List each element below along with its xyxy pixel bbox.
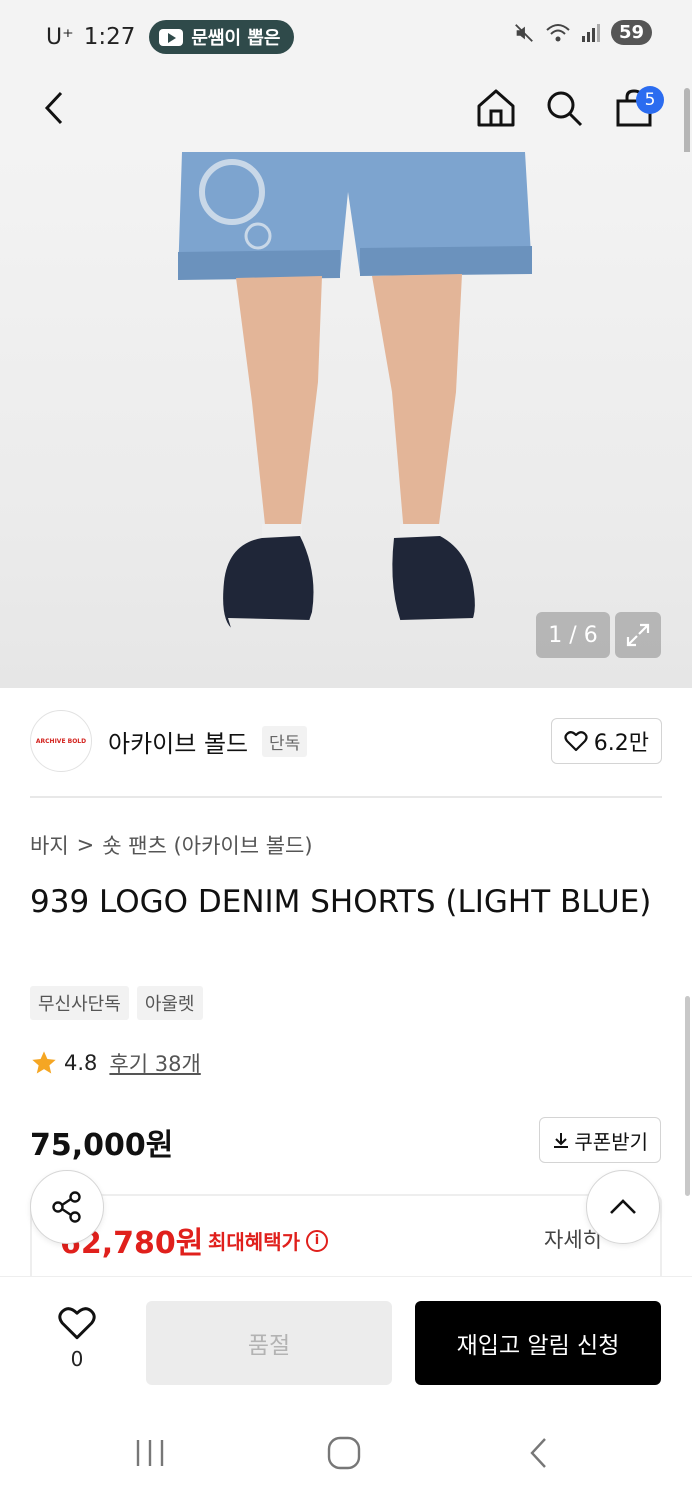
home-system-button[interactable]	[314, 1430, 374, 1476]
recent-apps-icon	[136, 1440, 164, 1466]
brand-logo[interactable]: ARCHIVE BOLD	[30, 710, 92, 772]
rating-score: 4.8	[64, 1051, 98, 1075]
download-icon	[554, 1133, 569, 1148]
brand-like-button[interactable]: 6.2만	[550, 718, 662, 764]
system-navigation-bar	[0, 1400, 692, 1500]
brand-exclusive-tag: 단독	[262, 726, 308, 757]
brand-row: ARCHIVE BOLD 아카이브 볼드 단독 6.2만	[30, 710, 662, 774]
share-button[interactable]	[30, 1170, 104, 1244]
chevron-left-icon	[530, 1438, 546, 1468]
chevron-left-icon	[44, 91, 63, 125]
breadcrumb: 바지 > 숏 팬츠 (아카이브 볼드)	[30, 830, 313, 860]
brand-like-count: 6.2만	[593, 731, 649, 756]
get-coupon-button[interactable]: 쿠폰받기	[539, 1117, 661, 1163]
status-bar: U⁺ 1:27 문쌤이 뽑은 59	[0, 0, 692, 68]
brand-name[interactable]: 아카이브 볼드	[108, 724, 248, 759]
search-icon	[547, 91, 583, 127]
tag-outlet: 아울렛	[136, 986, 203, 1020]
page-scrollbar[interactable]	[685, 996, 690, 1196]
reviews-link[interactable]: 후기 38개	[109, 1048, 200, 1078]
mute-icon	[515, 23, 533, 42]
tag-exclusive: 무신사단독	[30, 986, 129, 1020]
recent-apps-button[interactable]	[120, 1430, 180, 1476]
home-circle-icon	[327, 1436, 361, 1470]
system-back-button[interactable]	[508, 1430, 568, 1476]
divider	[30, 796, 662, 798]
chevron-up-icon	[610, 1199, 636, 1214]
cart-count-badge: 5	[636, 86, 664, 114]
scroll-top-button[interactable]	[586, 1170, 660, 1244]
soldout-button[interactable]: 품절	[146, 1301, 392, 1385]
product-tags: 무신사단독 아울렛	[30, 986, 203, 1020]
battery-level: 59	[610, 20, 652, 45]
status-right: 59	[513, 20, 652, 45]
max-benefit-label-text: 최대혜택가	[208, 1230, 300, 1254]
expand-icon	[626, 623, 650, 647]
clock: 1:27	[83, 24, 136, 50]
youtube-icon	[159, 28, 184, 46]
carrier-label: U⁺	[46, 24, 74, 50]
heart-icon	[58, 1307, 96, 1340]
home-button[interactable]	[466, 78, 526, 138]
rating-row: 4.8 후기 38개	[30, 1048, 201, 1078]
product-title: 939 LOGO DENIM SHORTS (LIGHT BLUE)	[30, 884, 652, 920]
brand-logo-text: ARCHIVE BOLD	[35, 737, 87, 745]
cart-button[interactable]: 5	[604, 78, 664, 138]
notification-pill-text: 문쌤이 뽑은	[191, 28, 281, 49]
wishlist-count: 0	[70, 1347, 84, 1371]
top-scroll-indicator	[684, 88, 690, 162]
restock-notify-button[interactable]: 재입고 알림 신청	[415, 1301, 661, 1385]
bottom-action-bar: 0 품절 재입고 알림 신청	[0, 1276, 692, 1400]
product-image[interactable]: 1 / 6	[0, 152, 692, 688]
search-button[interactable]	[534, 78, 594, 138]
image-counter: 1 / 6	[536, 612, 610, 658]
signal-icon	[581, 23, 600, 42]
notification-pill[interactable]: 문쌤이 뽑은	[149, 20, 295, 54]
heart-icon	[564, 731, 588, 752]
product-photo	[178, 152, 532, 638]
breadcrumb-separator: >	[76, 833, 95, 857]
get-coupon-label: 쿠폰받기	[574, 1129, 648, 1154]
star-icon	[32, 1051, 56, 1074]
top-navigation: 5	[0, 68, 692, 152]
breadcrumb-subcategory[interactable]: 숏 팬츠 (아카이브 볼드)	[102, 830, 312, 860]
max-benefit-label: 최대혜택가 i	[208, 1226, 328, 1255]
share-icon	[52, 1191, 81, 1223]
product-price: 75,000원	[30, 1128, 174, 1163]
expand-image-button[interactable]	[615, 612, 661, 658]
info-icon[interactable]: i	[306, 1229, 328, 1252]
wishlist-button[interactable]: 0	[50, 1305, 104, 1371]
back-button[interactable]	[24, 78, 84, 138]
breadcrumb-category[interactable]: 바지	[30, 830, 69, 860]
home-icon	[477, 89, 515, 127]
status-left: U⁺ 1:27 문쌤이 뽑은	[46, 20, 295, 54]
wifi-icon	[546, 23, 570, 41]
